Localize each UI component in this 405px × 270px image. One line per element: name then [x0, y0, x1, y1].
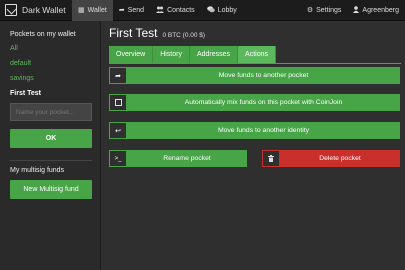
- move-to-pocket-action[interactable]: ➦ Move funds to another pocket: [109, 67, 400, 84]
- contacts-icon: [156, 6, 165, 15]
- pocket-link-savings[interactable]: savings: [10, 75, 90, 82]
- coinjoin-action[interactable]: Automatically mix funds on this pocket w…: [109, 94, 400, 111]
- move-to-identity-button[interactable]: Move funds to another identity: [127, 122, 400, 139]
- top-navbar: Dark Wallet ▦ Wallet ➦ Send Contacts Lob…: [0, 0, 405, 21]
- gear-icon: ⚙: [306, 7, 314, 14]
- main-content: First Test 0 BTC (0.00 $) Overview Histo…: [109, 21, 401, 167]
- pocket-name-input[interactable]: [10, 103, 92, 121]
- pocket-balance: 0 BTC (0.00 $): [162, 32, 206, 39]
- nav-send-label: Send: [127, 6, 145, 14]
- pocket-link-all[interactable]: All: [10, 45, 90, 52]
- nav-lobby[interactable]: Lobby: [201, 0, 243, 21]
- pocket-link-default[interactable]: default: [10, 60, 90, 67]
- nav-wallet-label: Wallet: [87, 6, 107, 14]
- rename-pocket-button[interactable]: Rename pocket: [127, 150, 247, 167]
- nav-user-label: Agreenberg: [362, 6, 399, 14]
- nav-contacts[interactable]: Contacts: [150, 0, 201, 21]
- nav-wallet[interactable]: ▦ Wallet: [72, 0, 113, 21]
- tab-actions[interactable]: Actions: [238, 46, 277, 63]
- coinjoin-button[interactable]: Automatically mix funds on this pocket w…: [127, 94, 400, 111]
- multisig-heading: My multisig funds: [10, 167, 65, 174]
- wallet-icon: ▦: [78, 7, 85, 14]
- brand[interactable]: Dark Wallet: [0, 0, 72, 21]
- lobby-icon: [206, 5, 215, 15]
- nav-lobby-label: Lobby: [217, 6, 237, 14]
- page-title: First Test: [109, 26, 158, 40]
- pocket-tabs: Overview History Addresses Actions: [109, 46, 401, 64]
- send-icon: ➦: [118, 7, 125, 14]
- nav-settings[interactable]: ⚙ Settings: [301, 0, 348, 21]
- tab-history[interactable]: History: [153, 46, 190, 63]
- sidebar-divider: [10, 160, 92, 161]
- terminal-icon: >_: [109, 150, 127, 167]
- new-multisig-button[interactable]: New Multisig fund: [10, 180, 92, 199]
- move-to-pocket-button[interactable]: Move funds to another pocket: [127, 67, 400, 84]
- pockets-heading: Pockets on my wallet: [10, 31, 76, 38]
- user-icon: [353, 5, 360, 15]
- nav-send[interactable]: ➦ Send: [113, 0, 150, 21]
- checkbox-icon[interactable]: [109, 94, 127, 111]
- pockets-sidebar: Pockets on my wallet All default savings…: [0, 21, 101, 270]
- reply-icon: ↩: [109, 122, 127, 139]
- delete-action[interactable]: Delete pocket: [262, 150, 400, 167]
- tab-addresses[interactable]: Addresses: [189, 46, 239, 63]
- delete-pocket-button[interactable]: Delete pocket: [280, 150, 400, 167]
- nav-user[interactable]: Agreenberg: [347, 0, 405, 21]
- nav-settings-label: Settings: [316, 6, 342, 14]
- dark-wallet-logo-icon: [5, 4, 17, 16]
- rename-action[interactable]: >_ Rename pocket: [109, 150, 247, 167]
- share-icon: ➦: [109, 67, 127, 84]
- nav-contacts-label: Contacts: [167, 6, 195, 14]
- trash-icon: [262, 150, 280, 167]
- tab-overview[interactable]: Overview: [109, 46, 154, 63]
- move-to-identity-action[interactable]: ↩ Move funds to another identity: [109, 122, 400, 139]
- ok-button[interactable]: OK: [10, 129, 92, 148]
- brand-name: Dark Wallet: [22, 5, 66, 15]
- current-pocket[interactable]: First Test: [10, 90, 90, 97]
